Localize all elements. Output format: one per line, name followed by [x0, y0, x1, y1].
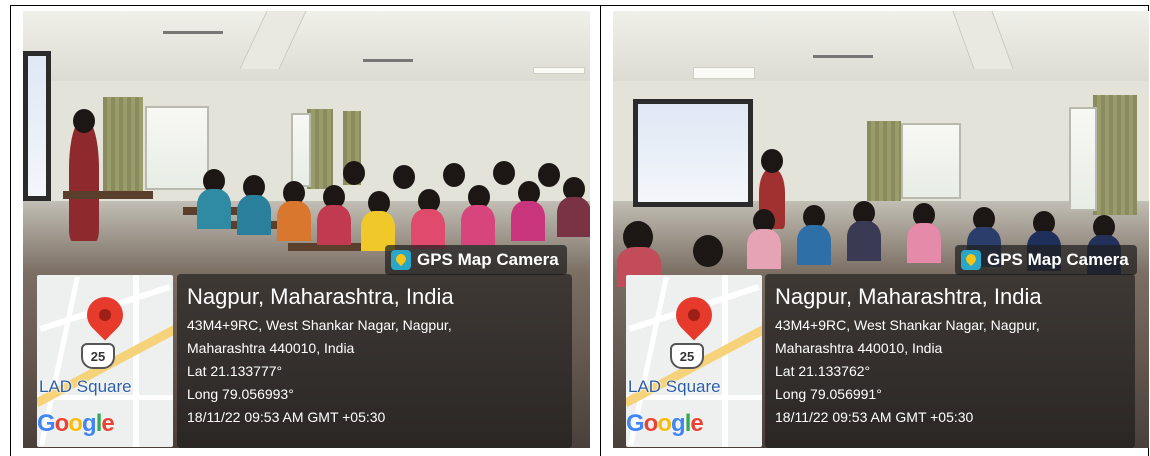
- longitude: Long 79.056991°: [775, 386, 882, 402]
- location-city: Nagpur, Maharashtra, India: [187, 284, 454, 309]
- projector: [693, 67, 755, 79]
- teacher-head: [73, 109, 95, 133]
- classroom-photo-2: GPS Map Camera 25 LAD Square Google Nagp…: [613, 11, 1149, 448]
- ceiling-fan: [163, 31, 223, 34]
- map-thumbnail: 25 LAD Square Google: [626, 275, 762, 447]
- window: [901, 123, 961, 199]
- latitude: Lat 21.133777°: [187, 363, 283, 379]
- table-border-left: [10, 5, 11, 456]
- table-border-top: [10, 5, 1149, 6]
- location-city: Nagpur, Maharashtra, India: [775, 284, 1042, 309]
- map-place-label: LAD Square: [628, 377, 721, 396]
- gps-label-text: GPS Map Camera: [987, 250, 1129, 269]
- address-line-2: Maharashtra 440010, India: [187, 340, 355, 356]
- tube-light: [533, 67, 585, 74]
- route-shield: 25: [81, 343, 115, 369]
- timestamp: 18/11/22 09:53 AM GMT +05:30: [775, 409, 974, 425]
- address-line-1: 43M4+9RC, West Shankar Nagar, Nagpur,: [775, 317, 1040, 333]
- gps-map-camera-icon: [961, 250, 981, 270]
- table-border-middle: [600, 5, 601, 456]
- map-thumbnail: 25 LAD Square Google: [37, 275, 173, 447]
- window: [1069, 107, 1097, 211]
- ceiling-fan: [363, 59, 413, 62]
- gps-label-text: GPS Map Camera: [417, 250, 559, 269]
- address-line-1: 43M4+9RC, West Shankar Nagar, Nagpur,: [187, 317, 452, 333]
- ceiling-fan: [813, 55, 873, 58]
- curtain: [1093, 95, 1137, 215]
- location-info-panel: Nagpur, Maharashtra, India 43M4+9RC, Wes…: [765, 274, 1135, 448]
- address-line-2: Maharashtra 440010, India: [775, 340, 943, 356]
- route-shield: 25: [670, 343, 704, 369]
- gps-map-camera-label: GPS Map Camera: [955, 245, 1137, 275]
- timestamp: 18/11/22 09:53 AM GMT +05:30: [187, 409, 386, 425]
- ceiling: [23, 11, 590, 81]
- google-logo: Google: [37, 410, 115, 437]
- map-place-label: LAD Square: [39, 377, 132, 396]
- gps-map-camera-label: GPS Map Camera: [385, 245, 567, 275]
- curtain: [867, 121, 901, 201]
- google-logo: Google: [626, 410, 704, 437]
- gps-map-camera-icon: [391, 250, 411, 270]
- location-info-panel: Nagpur, Maharashtra, India 43M4+9RC, Wes…: [177, 274, 572, 448]
- latitude: Lat 21.133762°: [775, 363, 871, 379]
- teacher-head: [761, 149, 783, 173]
- longitude: Long 79.056993°: [187, 386, 294, 402]
- classroom-photo-1: GPS Map Camera 25 LAD Square Google Nagp…: [23, 11, 590, 448]
- smart-board: [633, 99, 753, 207]
